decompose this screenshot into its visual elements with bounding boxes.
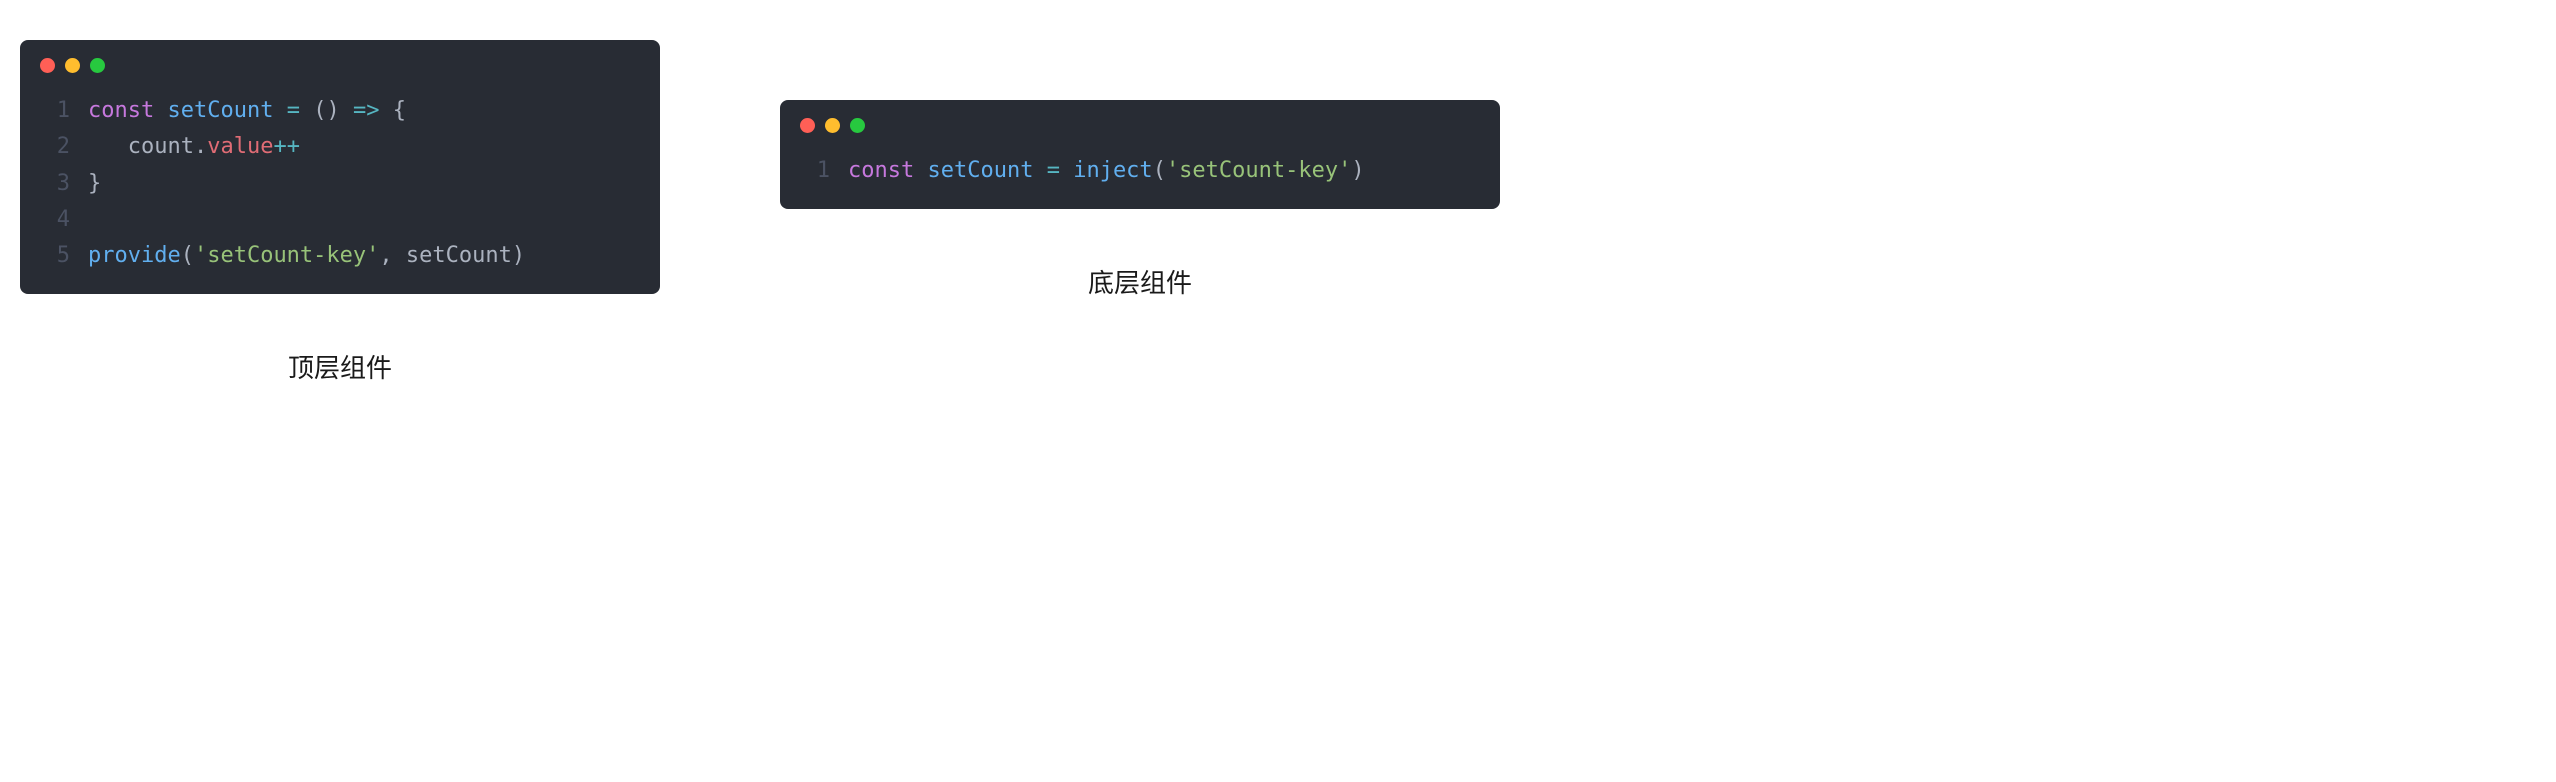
code-token: } xyxy=(88,171,101,196)
code-line: 5 provide('setCount-key', setCount) xyxy=(40,238,640,274)
line-number: 2 xyxy=(40,129,70,165)
code-token: provide xyxy=(88,243,181,268)
code-line: 1 const setCount = inject('setCount-key') xyxy=(800,153,1480,189)
code-content: count.value++ xyxy=(88,129,300,165)
code-token: ++ xyxy=(273,134,300,159)
code-token: = xyxy=(287,98,300,123)
code-line: 1 const setCount = () => { xyxy=(40,93,640,129)
line-number: 4 xyxy=(40,202,70,238)
code-token: ) xyxy=(512,243,525,268)
code-content: provide('setCount-key', setCount) xyxy=(88,238,525,274)
line-number: 3 xyxy=(40,166,70,202)
code-token: () xyxy=(313,98,340,123)
code-token: { xyxy=(393,98,406,123)
close-icon xyxy=(800,118,815,133)
code-token: value xyxy=(207,134,273,159)
code-window-right: 1 const setCount = inject('setCount-key') xyxy=(780,100,1500,209)
code-window-left: 1const setCount = () => {2 count.value++… xyxy=(20,40,660,294)
code-token: setCount xyxy=(167,98,273,123)
code-token xyxy=(379,98,392,123)
code-token: inject xyxy=(1073,158,1152,183)
code-token: setCount xyxy=(927,158,1033,183)
caption-left: 顶层组件 xyxy=(288,348,392,385)
maximize-icon xyxy=(90,58,105,73)
right-block: 1 const setCount = inject('setCount-key')… xyxy=(780,40,1500,300)
code-token: ( xyxy=(1153,158,1166,183)
code-token xyxy=(1033,158,1046,183)
code-token xyxy=(88,134,128,159)
line-number: 1 xyxy=(800,153,830,189)
code-token: => xyxy=(353,98,380,123)
code-token: const xyxy=(88,98,154,123)
code-body-right: 1 const setCount = inject('setCount-key') xyxy=(780,145,1500,209)
code-content: const setCount = () => { xyxy=(88,93,406,129)
caption-right: 底层组件 xyxy=(1088,263,1192,300)
minimize-icon xyxy=(825,118,840,133)
code-token: = xyxy=(1047,158,1060,183)
minimize-icon xyxy=(65,58,80,73)
line-number: 5 xyxy=(40,238,70,274)
code-token: const xyxy=(848,158,914,183)
code-token xyxy=(340,98,353,123)
code-token: . xyxy=(194,134,207,159)
window-titlebar xyxy=(20,40,660,85)
code-content: const setCount = inject('setCount-key') xyxy=(848,153,1365,189)
window-titlebar xyxy=(780,100,1500,145)
line-number: 1 xyxy=(40,93,70,129)
code-token: ( xyxy=(181,243,194,268)
code-token: , xyxy=(379,243,406,268)
left-block: 1const setCount = () => {2 count.value++… xyxy=(20,40,660,385)
code-line: 3} xyxy=(40,166,640,202)
code-token xyxy=(1060,158,1073,183)
code-token: setCount xyxy=(406,243,512,268)
code-token xyxy=(273,98,286,123)
code-content: } xyxy=(88,166,101,202)
code-token xyxy=(154,98,167,123)
code-body-left: 1const setCount = () => {2 count.value++… xyxy=(20,85,660,294)
code-token: ) xyxy=(1351,158,1364,183)
maximize-icon xyxy=(850,118,865,133)
code-line: 4 xyxy=(40,202,640,238)
code-line: 2 count.value++ xyxy=(40,129,640,165)
code-token: 'setCount-key' xyxy=(194,243,379,268)
code-token: count xyxy=(128,134,194,159)
code-token: 'setCount-key' xyxy=(1166,158,1351,183)
code-token xyxy=(914,158,927,183)
close-icon xyxy=(40,58,55,73)
code-token xyxy=(300,98,313,123)
